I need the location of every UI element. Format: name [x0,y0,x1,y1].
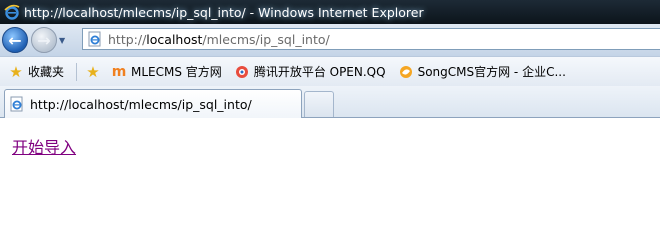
navigation-bar: ← → ▼ http://localhost/mlecms/ip_sql_int… [0,24,660,56]
tab-strip: http://localhost/mlecms/ip_sql_into/ [0,86,660,118]
add-favorite-star-icon: ★ [86,62,100,81]
favorites-bar: ★ 收藏夹 ★ m MLECMS 官方网 腾讯开放平台 OPEN.QQ Song… [0,56,660,86]
history-dropdown-icon[interactable]: ▼ [59,36,65,45]
favorite-link-mlecms[interactable]: m MLECMS 官方网 [111,63,222,80]
favorites-divider [76,62,78,81]
start-import-link[interactable]: 开始导入 [12,134,76,158]
favorite-link-songcms[interactable]: SongCMS官方网 - 企业C... [398,63,566,80]
back-button[interactable]: ← [2,27,28,53]
star-icon: ★ [9,62,23,81]
tab-current-page[interactable]: http://localhost/mlecms/ip_sql_into/ [4,89,302,118]
arrow-left-icon: ← [8,30,22,50]
qq-logo-icon [234,64,250,80]
forward-button[interactable]: → [31,27,57,53]
new-tab-button[interactable] [304,91,334,117]
ie-logo-icon [4,4,20,20]
page-content: 开始导入 [0,119,660,250]
mlecms-logo-icon: m [111,63,127,80]
address-url: http://localhost/mlecms/ip_sql_into/ [108,31,330,47]
add-to-favorites-button[interactable]: ★ [85,62,105,81]
window-title: http://localhost/mlecms/ip_sql_into/ - W… [24,4,424,20]
tab-label: http://localhost/mlecms/ip_sql_into/ [30,96,252,112]
favorites-label: 收藏夹 [28,65,65,79]
ie-page-icon [10,96,23,112]
songcms-logo-icon [398,64,414,80]
ie-page-icon [88,31,101,47]
address-bar[interactable]: http://localhost/mlecms/ip_sql_into/ [82,28,660,50]
arrow-right-icon: → [37,30,51,50]
window-titlebar: http://localhost/mlecms/ip_sql_into/ - W… [0,0,660,24]
favorites-button[interactable]: ★ 收藏夹 [8,62,65,81]
favorite-link-qq-open[interactable]: 腾讯开放平台 OPEN.QQ [234,63,386,80]
